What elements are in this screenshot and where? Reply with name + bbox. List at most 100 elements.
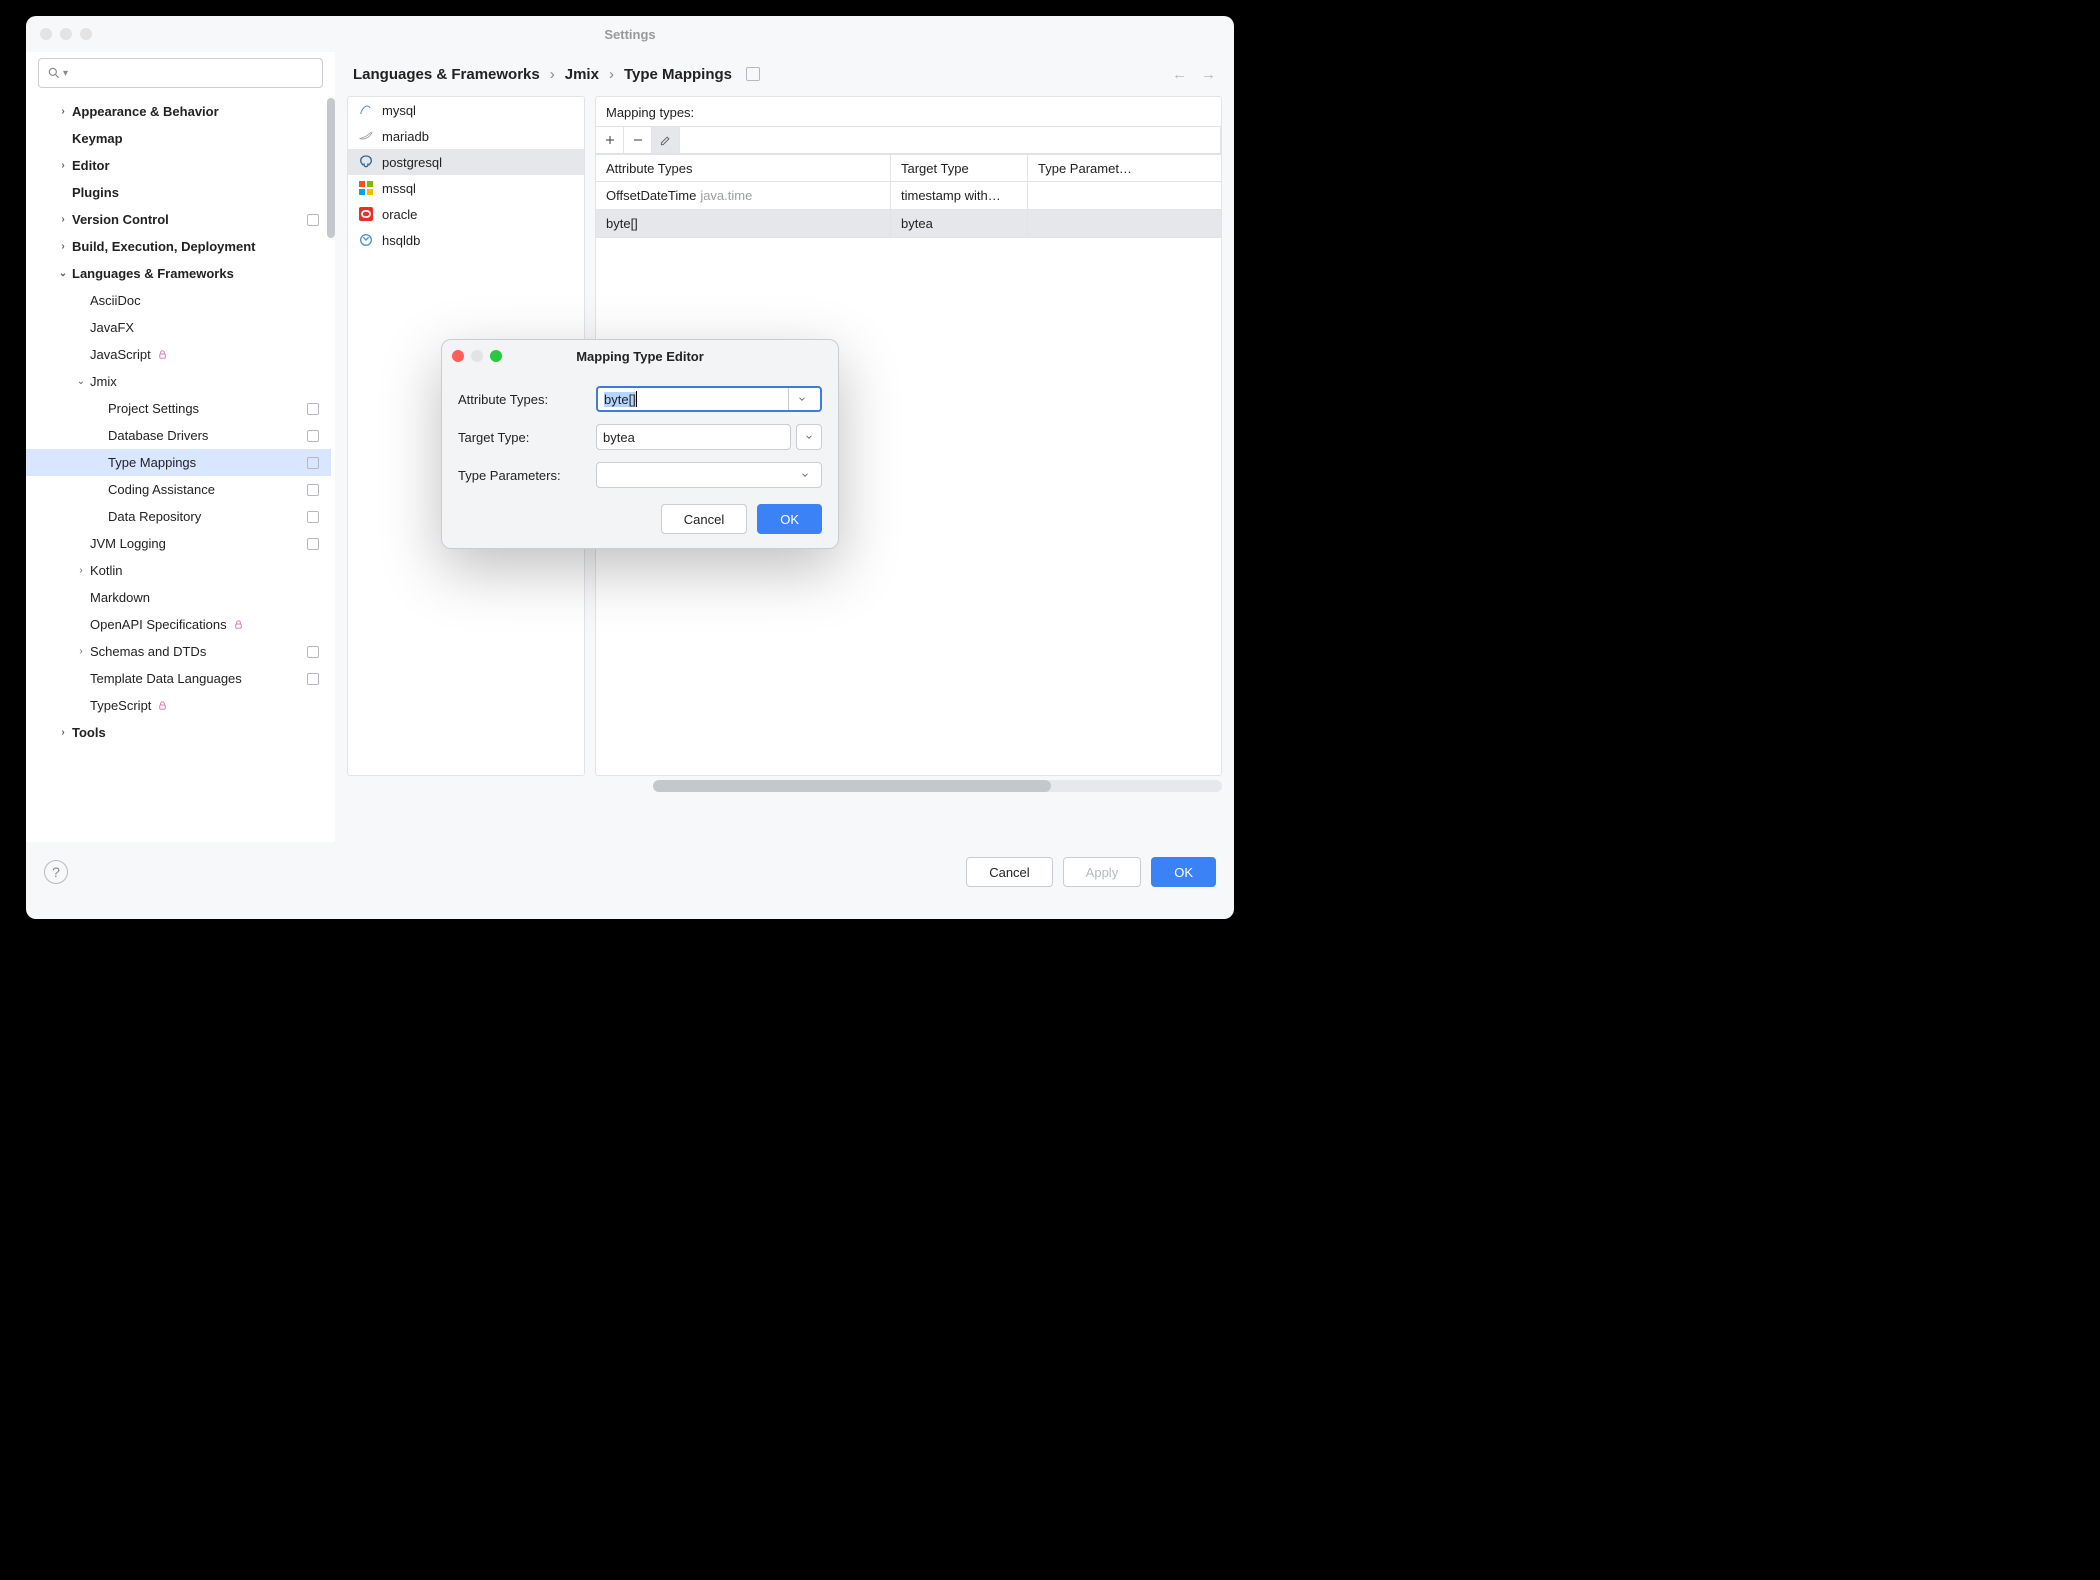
lock-icon: [233, 619, 244, 630]
tree-item-label: TypeScript: [90, 698, 151, 713]
col-target-header[interactable]: Target Type: [891, 155, 1028, 181]
table-body: OffsetDateTimejava.timetimestamp with…by…: [596, 182, 1221, 238]
tree-item-javascript[interactable]: JavaScript: [26, 341, 331, 368]
breadcrumb-segment[interactable]: Languages & Frameworks: [353, 66, 540, 83]
add-button[interactable]: [596, 127, 624, 153]
tree-item-keymap[interactable]: Keymap: [26, 125, 331, 152]
settings-window: Settings ▾ ›Appearance & BehaviorKeymap›…: [26, 16, 1234, 919]
table-row[interactable]: OffsetDateTimejava.timetimestamp with…: [596, 182, 1221, 210]
tree-item-jmix[interactable]: ⌄Jmix: [26, 368, 331, 395]
tree-item-label: Keymap: [72, 131, 123, 146]
db-item-hsqldb[interactable]: hsqldb: [348, 227, 584, 253]
chevron-right-icon: ›: [74, 565, 88, 576]
lock-icon: [157, 349, 168, 360]
type-parameters-field[interactable]: [596, 462, 822, 488]
tree-item-template-data-languages[interactable]: Template Data Languages: [26, 665, 331, 692]
dialog-titlebar: Mapping Type Editor: [442, 340, 838, 372]
cell-attr: OffsetDateTimejava.time: [596, 182, 891, 209]
reset-icon[interactable]: [746, 67, 760, 81]
tree-item-label: Schemas and DTDs: [90, 644, 206, 659]
mariadb-icon: [358, 128, 374, 144]
chevron-right-icon: ›: [56, 241, 70, 252]
db-item-postgresql[interactable]: postgresql: [348, 149, 584, 175]
tree-item-markdown[interactable]: Markdown: [26, 584, 331, 611]
db-item-label: mssql: [382, 181, 416, 196]
cell-params: [1028, 210, 1221, 237]
tree-item-plugins[interactable]: Plugins: [26, 179, 331, 206]
chevron-right-icon: ›: [56, 727, 70, 738]
modified-icon: [307, 646, 319, 658]
modified-icon: [307, 457, 319, 469]
postgres-icon: [358, 154, 374, 170]
breadcrumb-segment[interactable]: Jmix: [565, 66, 599, 83]
tree-item-asciidoc[interactable]: AsciiDoc: [26, 287, 331, 314]
tree-item-label: Project Settings: [108, 401, 199, 416]
tree-item-version-control[interactable]: ›Version Control: [26, 206, 331, 233]
tree-item-label: Languages & Frameworks: [72, 266, 234, 281]
tree-item-languages-frameworks[interactable]: ⌄Languages & Frameworks: [26, 260, 331, 287]
tree-item-javafx[interactable]: JavaFX: [26, 314, 331, 341]
settings-tree: ›Appearance & BehaviorKeymap›EditorPlugi…: [26, 98, 335, 746]
chevron-down-icon: ⌄: [56, 268, 70, 279]
dialog-title: Mapping Type Editor: [442, 349, 838, 364]
mssql-icon: [358, 180, 374, 196]
scrollbar-vertical[interactable]: [327, 98, 335, 238]
tree-item-label: Appearance & Behavior: [72, 104, 219, 119]
oracle-icon: [358, 206, 374, 222]
cancel-button[interactable]: Cancel: [661, 504, 747, 534]
tree-item-typescript[interactable]: TypeScript: [26, 692, 331, 719]
scrollbar-horizontal[interactable]: [653, 780, 1222, 792]
tree-item-coding-assistance[interactable]: Coding Assistance: [26, 476, 331, 503]
db-item-mysql[interactable]: mysql: [348, 97, 584, 123]
target-type-field[interactable]: bytea: [596, 424, 791, 450]
chevron-right-icon: ›: [609, 66, 614, 83]
col-params-header[interactable]: Type Paramet…: [1028, 155, 1221, 181]
tree-item-schemas-and-dtds[interactable]: ›Schemas and DTDs: [26, 638, 331, 665]
tree-item-label: AsciiDoc: [90, 293, 141, 308]
hsqldb-icon: [358, 232, 374, 248]
db-item-mariadb[interactable]: mariadb: [348, 123, 584, 149]
chevron-right-icon: ›: [550, 66, 555, 83]
table-row[interactable]: byte[]bytea: [596, 210, 1221, 238]
tree-item-database-drivers[interactable]: Database Drivers: [26, 422, 331, 449]
apply-button[interactable]: Apply: [1063, 857, 1142, 887]
chevron-down-icon[interactable]: [796, 424, 822, 450]
tree-item-kotlin[interactable]: ›Kotlin: [26, 557, 331, 584]
chevron-down-icon[interactable]: [795, 470, 815, 480]
chevron-down-icon: ▾: [63, 68, 68, 79]
tree-item-build-execution-deployment[interactable]: ›Build, Execution, Deployment: [26, 233, 331, 260]
db-item-label: postgresql: [382, 155, 442, 170]
tree-item-data-repository[interactable]: Data Repository: [26, 503, 331, 530]
tree-item-openapi-specifications[interactable]: OpenAPI Specifications: [26, 611, 331, 638]
db-item-label: mysql: [382, 103, 416, 118]
help-button[interactable]: ?: [44, 860, 68, 884]
ok-button[interactable]: OK: [1151, 857, 1216, 887]
ok-button[interactable]: OK: [757, 504, 822, 534]
tree-item-jvm-logging[interactable]: JVM Logging: [26, 530, 331, 557]
tree-item-appearance-behavior[interactable]: ›Appearance & Behavior: [26, 98, 331, 125]
remove-button[interactable]: [624, 127, 652, 153]
cell-target: bytea: [891, 210, 1028, 237]
tree-item-label: Build, Execution, Deployment: [72, 239, 255, 254]
tree-item-label: Jmix: [90, 374, 117, 389]
db-item-mssql[interactable]: mssql: [348, 175, 584, 201]
cancel-button[interactable]: Cancel: [966, 857, 1052, 887]
tree-item-editor[interactable]: ›Editor: [26, 152, 331, 179]
col-attr-header[interactable]: Attribute Types: [596, 155, 891, 181]
tree-item-project-settings[interactable]: Project Settings: [26, 395, 331, 422]
tree-item-tools[interactable]: ›Tools: [26, 719, 331, 746]
target-type-label: Target Type:: [458, 430, 596, 445]
tree-item-label: Version Control: [72, 212, 169, 227]
search-input[interactable]: ▾: [38, 58, 323, 88]
mapping-toolbar: [596, 126, 1221, 154]
forward-icon[interactable]: →: [1201, 66, 1216, 83]
back-icon[interactable]: ←: [1172, 66, 1187, 83]
edit-button[interactable]: [652, 127, 680, 153]
attribute-types-field[interactable]: byte[]: [596, 386, 822, 412]
chevron-right-icon: ›: [56, 106, 70, 117]
tree-item-type-mappings[interactable]: Type Mappings: [26, 449, 331, 476]
db-item-oracle[interactable]: oracle: [348, 201, 584, 227]
modified-icon: [307, 511, 319, 523]
attribute-types-label: Attribute Types:: [458, 392, 596, 407]
chevron-down-icon[interactable]: [788, 388, 814, 410]
